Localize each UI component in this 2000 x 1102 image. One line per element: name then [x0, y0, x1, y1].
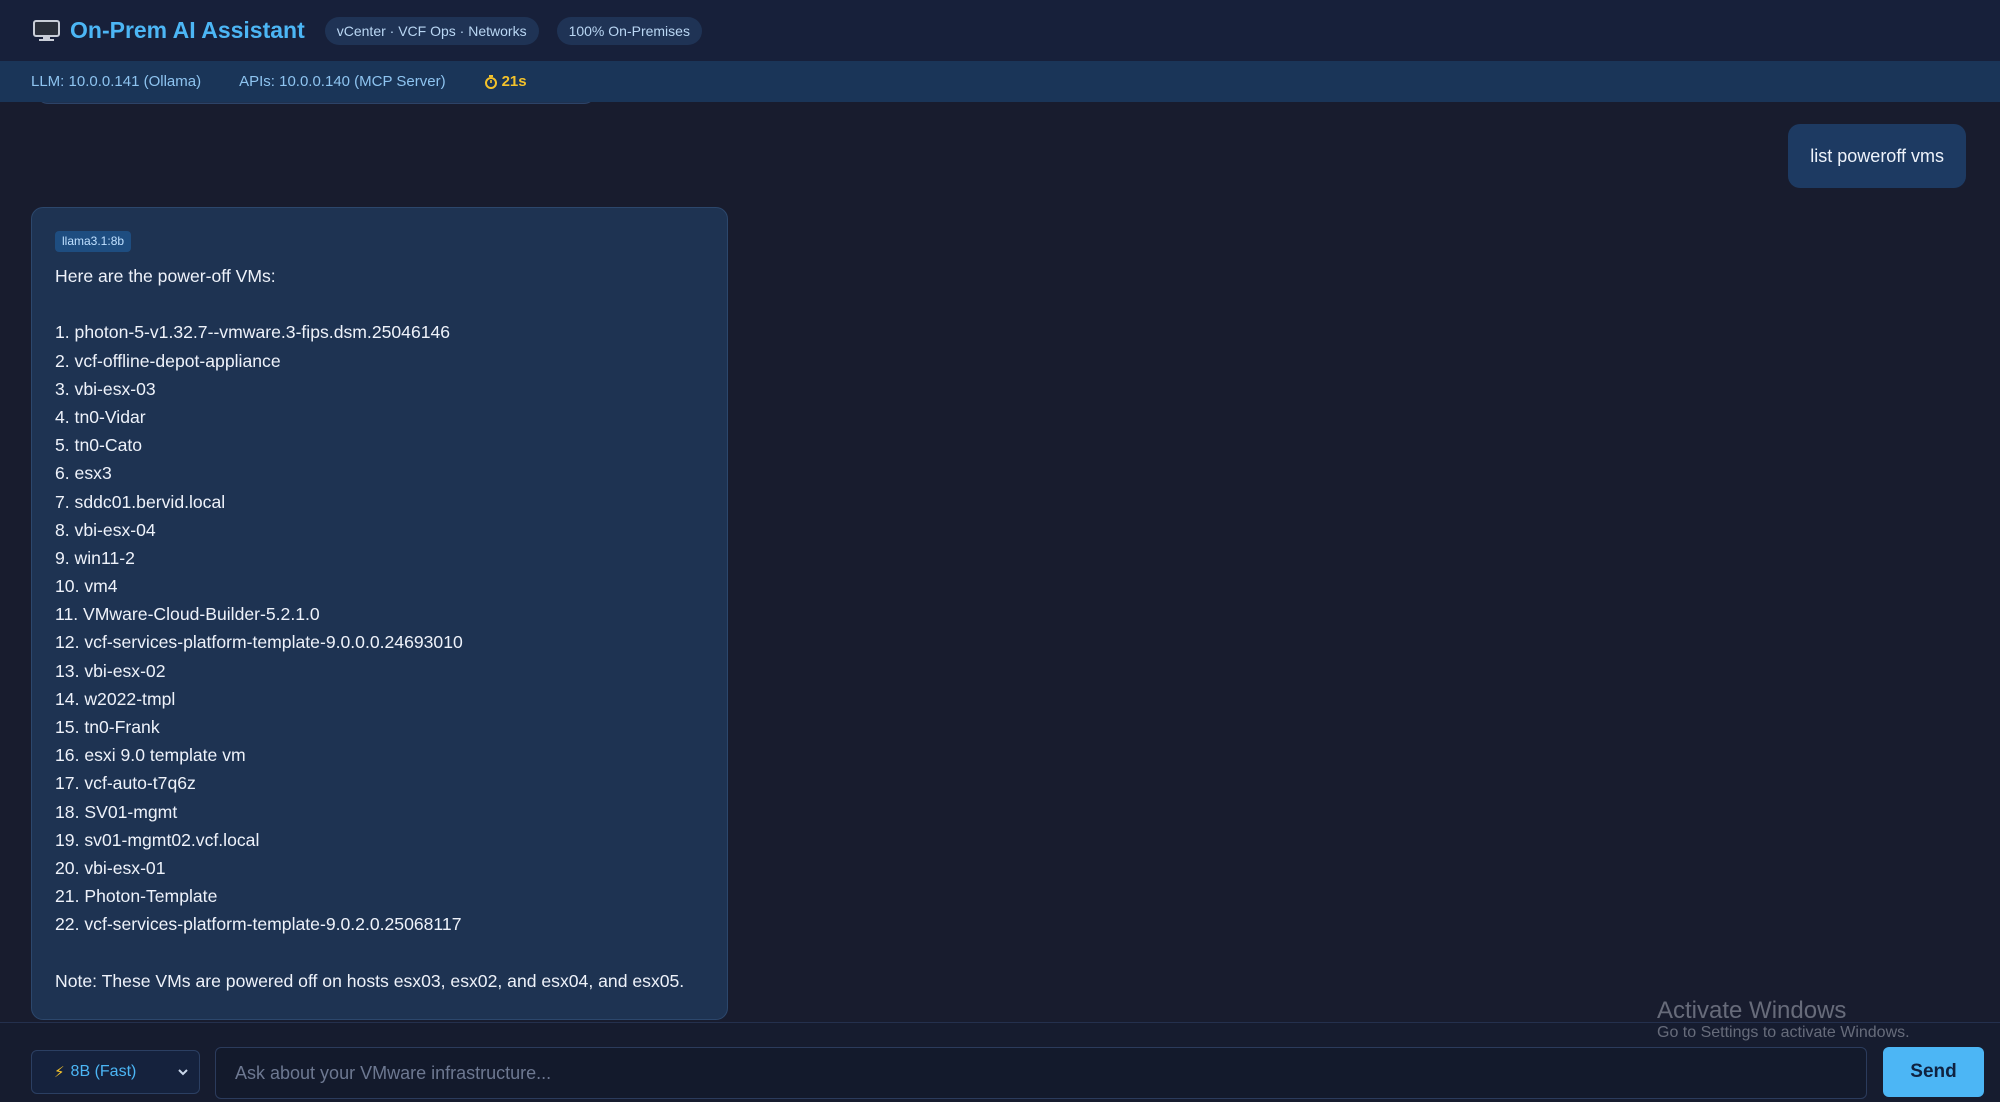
vm-list-item: 12. vcf-services-platform-template-9.0.0…: [55, 632, 463, 653]
lightning-icon: ⚡: [54, 1064, 65, 1081]
input-bar: ⚡ 8B (Fast) Send: [0, 1022, 2000, 1102]
assistant-message: llama3.1:8b Here are the power-off VMs: …: [31, 207, 728, 1020]
monitor-icon: [33, 20, 60, 41]
vm-list-item: 8. vbi-esx-04: [55, 519, 156, 540]
vm-list-item: 20. vbi-esx-01: [55, 857, 166, 878]
vm-list-item: 2. vcf-offline-depot-appliance: [55, 350, 281, 371]
vm-list-item: 19. sv01-mgmt02.vcf.local: [55, 829, 260, 850]
scope-badge: vCenter · VCF Ops · Networks: [324, 16, 539, 45]
model-tag: llama3.1:8b: [55, 231, 132, 252]
vm-list-item: 5. tn0-Cato: [55, 435, 143, 456]
chat-area[interactable]: list poweroff vms llama3.1:8b Here are t…: [0, 102, 2000, 1022]
vm-list-item: 7. sddc01.bervid.local: [55, 491, 226, 512]
send-button[interactable]: Send: [1883, 1047, 1984, 1097]
vm-list-item: 9. win11-2: [55, 547, 135, 568]
vm-list-item: 21. Photon-Template: [55, 886, 218, 907]
previous-message-edge: [36, 102, 596, 104]
response-note: Note: These VMs are powered off on hosts…: [55, 970, 685, 991]
on-premises-badge: 100% On-Premises: [556, 16, 702, 45]
vm-list-item: 6. esx3: [55, 463, 112, 484]
timer-value: 21s: [501, 73, 527, 90]
user-message-text: list poweroff vms: [1810, 145, 1944, 166]
chevron-down-icon: [178, 1069, 188, 1076]
status-bar: LLM: 10.0.0.141 (Ollama) APIs: 10.0.0.14…: [0, 61, 2000, 102]
app-title: On-Prem AI Assistant: [70, 17, 305, 43]
vm-list-item: 3. vbi-esx-03: [55, 378, 156, 399]
model-select[interactable]: ⚡ 8B (Fast): [31, 1050, 200, 1094]
vm-list-item: 13. vbi-esx-02: [55, 660, 166, 681]
response-timer: 21s: [484, 73, 527, 90]
vm-list-item: 16. esxi 9.0 template vm: [55, 745, 246, 766]
vm-list-item: 22. vcf-services-platform-template-9.0.2…: [55, 914, 462, 935]
vm-list: 1. photon-5-v1.32.7--vmware.3-fips.dsm.2…: [55, 318, 704, 938]
vm-list-item: 1. photon-5-v1.32.7--vmware.3-fips.dsm.2…: [55, 322, 451, 343]
llm-endpoint: LLM: 10.0.0.141 (Ollama): [31, 73, 202, 90]
assistant-message-text: Here are the power-off VMs: 1. photon-5-…: [55, 262, 704, 995]
vm-list-item: 4. tn0-Vidar: [55, 406, 146, 427]
model-select-value: 8B (Fast): [70, 1063, 137, 1080]
vm-list-item: 11. VMware-Cloud-Builder-5.2.1.0: [55, 604, 320, 625]
api-endpoint: APIs: 10.0.0.140 (MCP Server): [239, 73, 446, 90]
vm-list-item: 15. tn0-Frank: [55, 717, 160, 737]
vm-list-item: 18. SV01-mgmt: [55, 801, 178, 822]
stopwatch-icon: [484, 74, 497, 89]
vm-list-item: 14. w2022-tmpl: [55, 688, 176, 709]
app-header: On-Prem AI Assistant vCenter · VCF Ops ·…: [0, 0, 2000, 61]
vm-list-item: 10. vm4: [55, 576, 118, 597]
prompt-input[interactable]: [215, 1047, 1867, 1099]
user-message: list poweroff vms: [1788, 124, 1966, 188]
vm-list-item: 17. vcf-auto-t7q6z: [55, 773, 196, 794]
response-intro: Here are the power-off VMs:: [55, 266, 276, 286]
